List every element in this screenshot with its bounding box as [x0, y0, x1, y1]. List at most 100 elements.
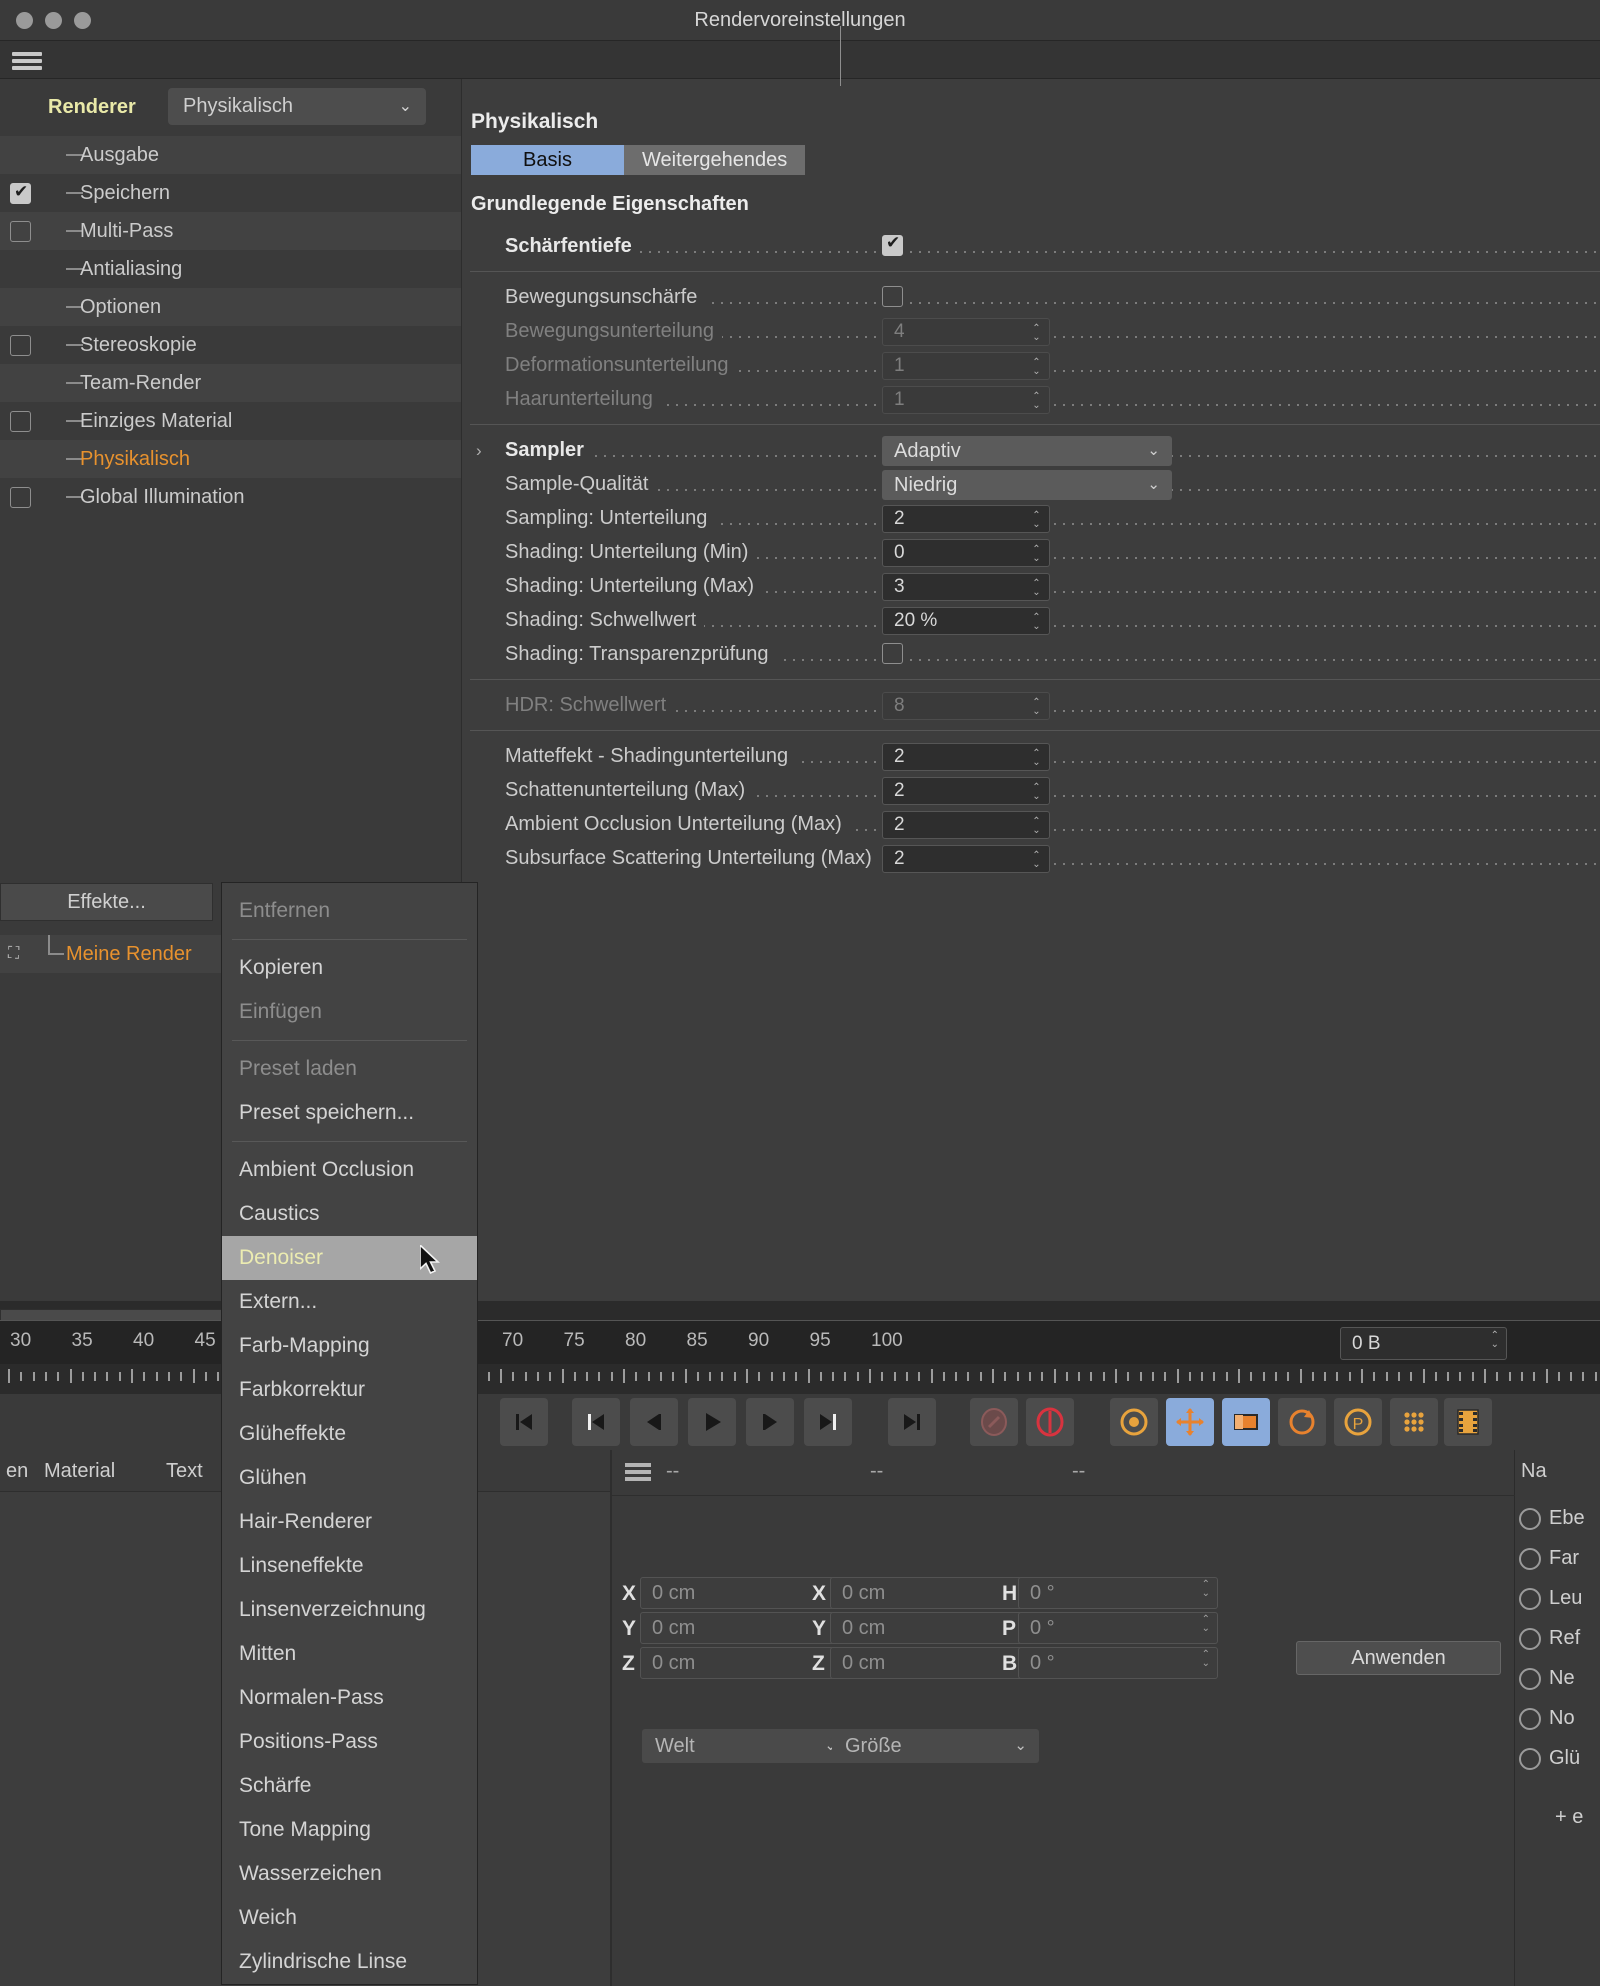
checkbox[interactable]	[10, 221, 31, 242]
menu-item-sch-rfe[interactable]: Schärfe	[222, 1764, 477, 1808]
add-entry-button[interactable]: + e	[1555, 1806, 1583, 1829]
go-to-start-button[interactable]	[500, 1398, 548, 1446]
stepper-icon[interactable]: ⌃⌄	[1202, 1615, 1210, 1633]
property-number-field[interactable]: 2⌃⌄	[882, 845, 1050, 873]
menu-item-caustics[interactable]: Caustics	[222, 1192, 477, 1236]
checkbox[interactable]	[10, 183, 31, 204]
time-field[interactable]: 0 B ⌃⌄	[1340, 1327, 1507, 1360]
coord-space-select[interactable]: Welt ⌄	[642, 1729, 849, 1763]
record-placeholder-button[interactable]	[970, 1398, 1018, 1446]
go-to-next-key-button[interactable]	[804, 1398, 852, 1446]
sidebar-item-ausgabe[interactable]: Ausgabe	[0, 136, 461, 174]
checkbox[interactable]	[10, 487, 31, 508]
stepper-icon[interactable]: ⌃⌄	[1030, 780, 1043, 804]
hamburger-menu-icon[interactable]	[12, 50, 42, 72]
stepper-icon[interactable]: ⌃⌄	[1030, 355, 1043, 379]
stepper-icon[interactable]: ⌃⌄	[1030, 321, 1043, 345]
sidebar-item-global-illumination[interactable]: Global Illumination	[0, 478, 461, 516]
menu-item-normalen-pass[interactable]: Normalen-Pass	[222, 1676, 477, 1720]
property-number-field[interactable]: 2⌃⌄	[882, 743, 1050, 771]
menu-item-extern[interactable]: Extern...	[222, 1280, 477, 1324]
expand-icon[interactable]: ⛶	[8, 946, 25, 963]
stepper-icon[interactable]: ⌃⌄	[1491, 1331, 1499, 1349]
tab-basis[interactable]: Basis	[471, 145, 624, 175]
sidebar-item-speichern[interactable]: Speichern	[0, 174, 461, 212]
chevron-right-icon[interactable]: ›	[476, 441, 482, 461]
property-select[interactable]: Adaptiv⌄	[882, 436, 1172, 466]
right-panel-radio[interactable]	[1519, 1628, 1541, 1650]
property-checkbox[interactable]	[882, 235, 903, 256]
coord-input-field[interactable]: 0 °⌃⌄	[1018, 1647, 1218, 1679]
right-panel-radio[interactable]	[1519, 1508, 1541, 1530]
menu-item-wasserzeichen[interactable]: Wasserzeichen	[222, 1852, 477, 1896]
property-number-field[interactable]: 2⌃⌄	[882, 811, 1050, 839]
stepper-icon[interactable]: ⌃⌄	[1030, 542, 1043, 566]
menu-item-farbkorrektur[interactable]: Farbkorrektur	[222, 1368, 477, 1412]
menu-item-gl-hen[interactable]: Glühen	[222, 1456, 477, 1500]
sidebar-item-team-render[interactable]: Team-Render	[0, 364, 461, 402]
property-number-field[interactable]: 4⌃⌄	[882, 318, 1050, 346]
bl-tab-text[interactable]: Text	[166, 1450, 203, 1492]
sidebar-item-physikalisch[interactable]: Physikalisch	[0, 440, 461, 478]
stepper-icon[interactable]: ⌃⌄	[1030, 746, 1043, 770]
right-panel-radio[interactable]	[1519, 1668, 1541, 1690]
right-panel-radio[interactable]	[1519, 1708, 1541, 1730]
coord-input-field[interactable]: 0 °⌃⌄	[1018, 1577, 1218, 1609]
property-number-field[interactable]: 2⌃⌄	[882, 777, 1050, 805]
sidebar-item-stereoskopie[interactable]: Stereoskopie	[0, 326, 461, 364]
menu-item-hair-renderer[interactable]: Hair-Renderer	[222, 1500, 477, 1544]
apply-button[interactable]: Anwenden	[1296, 1641, 1501, 1675]
sidebar-item-multi-pass[interactable]: Multi-Pass	[0, 212, 461, 250]
sidebar-item-einziges-material[interactable]: Einziges Material	[0, 402, 461, 440]
go-to-end-button[interactable]	[888, 1398, 936, 1446]
menu-item-farb-mapping[interactable]: Farb-Mapping	[222, 1324, 477, 1368]
stepper-icon[interactable]: ⌃⌄	[1030, 508, 1043, 532]
stepper-icon[interactable]: ⌃⌄	[1202, 1650, 1210, 1668]
property-number-field[interactable]: 2⌃⌄	[882, 505, 1050, 533]
bl-tab-en[interactable]: en	[6, 1450, 28, 1492]
sidebar-item-antialiasing[interactable]: Antialiasing	[0, 250, 461, 288]
menu-item-tone-mapping[interactable]: Tone Mapping	[222, 1808, 477, 1852]
menu-item-ambient-occlusion[interactable]: Ambient Occlusion	[222, 1148, 477, 1192]
menu-item-preset-speichern[interactable]: Preset speichern...	[222, 1091, 477, 1135]
stepper-icon[interactable]: ⌃⌄	[1030, 848, 1043, 872]
parameter-tool-button[interactable]: P	[1334, 1398, 1382, 1446]
menu-item-mitten[interactable]: Mitten	[222, 1632, 477, 1676]
renderer-select[interactable]: Physikalisch ⌄	[168, 88, 426, 125]
property-number-field[interactable]: 3⌃⌄	[882, 573, 1050, 601]
menu-item-zylindrische-linse[interactable]: Zylindrische Linse	[222, 1940, 477, 1984]
right-panel-radio[interactable]	[1519, 1588, 1541, 1610]
go-to-previous-key-button[interactable]	[572, 1398, 620, 1446]
move-tool-button[interactable]	[1166, 1398, 1214, 1446]
stepper-icon[interactable]: ⌃⌄	[1030, 610, 1043, 634]
coord-input-field[interactable]: 0 °⌃⌄	[1018, 1612, 1218, 1644]
property-select[interactable]: Niedrig⌄	[882, 470, 1172, 500]
bl-tab-material[interactable]: Material	[44, 1450, 115, 1492]
coord-size-select[interactable]: Größe ⌄	[832, 1729, 1039, 1763]
record-button[interactable]	[1026, 1398, 1074, 1446]
menu-item-kopieren[interactable]: Kopieren	[222, 946, 477, 990]
step-forward-button[interactable]	[746, 1398, 794, 1446]
menu-item-linseneffekte[interactable]: Linseneffekte	[222, 1544, 477, 1588]
stepper-icon[interactable]: ⌃⌄	[1202, 1580, 1210, 1598]
stepper-icon[interactable]: ⌃⌄	[1030, 814, 1043, 838]
step-back-button[interactable]	[630, 1398, 678, 1446]
coordinates-menu-icon[interactable]	[625, 1463, 651, 1481]
menu-item-weich[interactable]: Weich	[222, 1896, 477, 1940]
play-button[interactable]	[688, 1398, 736, 1446]
right-panel-radio[interactable]	[1519, 1548, 1541, 1570]
property-number-field[interactable]: 1⌃⌄	[882, 352, 1050, 380]
property-number-field[interactable]: 1⌃⌄	[882, 386, 1050, 414]
tab-weitergehendes[interactable]: Weitergehendes	[624, 145, 805, 175]
property-checkbox[interactable]	[882, 286, 903, 307]
points-mode-button[interactable]	[1390, 1398, 1438, 1446]
menu-item-gl-heffekte[interactable]: Glüheffekte	[222, 1412, 477, 1456]
property-number-field[interactable]: 20 %⌃⌄	[882, 607, 1050, 635]
right-panel-radio[interactable]	[1519, 1748, 1541, 1770]
checkbox[interactable]	[10, 335, 31, 356]
checkbox[interactable]	[10, 411, 31, 432]
sidebar-item-optionen[interactable]: Optionen	[0, 288, 461, 326]
render-view-button[interactable]	[1444, 1398, 1492, 1446]
menu-item-linsenverzeichnung[interactable]: Linsenverzeichnung	[222, 1588, 477, 1632]
property-number-field[interactable]: 0⌃⌄	[882, 539, 1050, 567]
